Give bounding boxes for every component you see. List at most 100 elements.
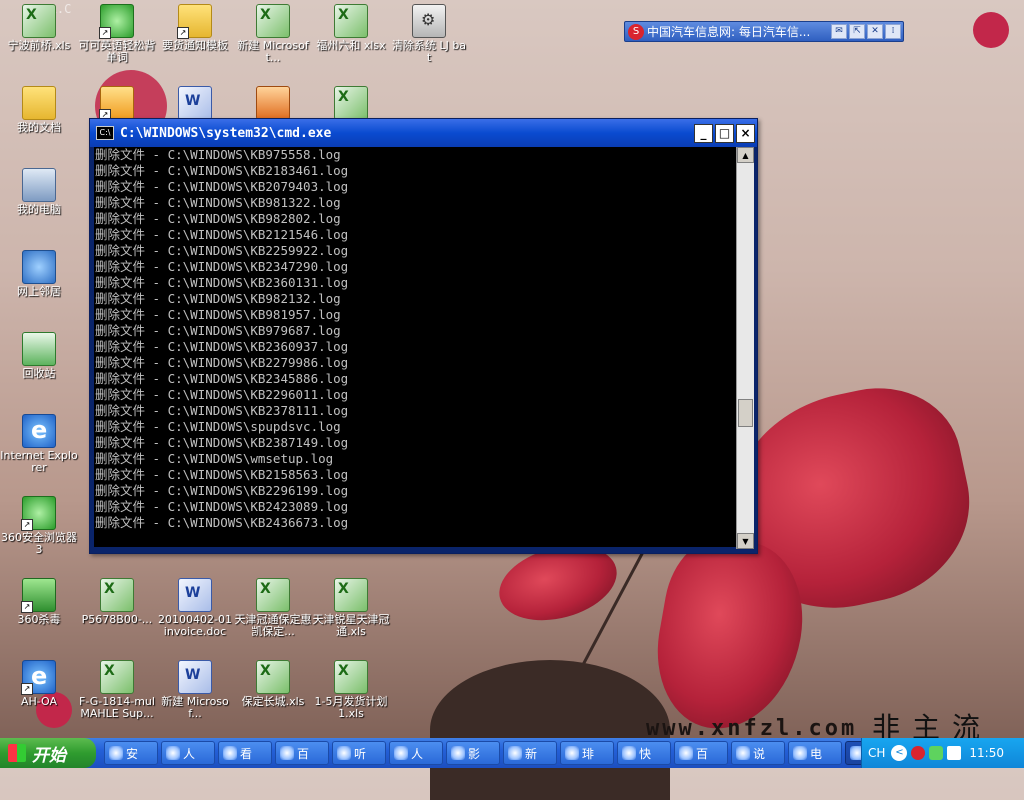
- menu-icon[interactable]: ⁞: [885, 24, 901, 39]
- task-app-icon: [679, 746, 693, 760]
- news-headline[interactable]: 中国汽车信息网: 每日汽车信...: [647, 23, 831, 40]
- taskbar-task-button[interactable]: 电: [788, 741, 842, 765]
- start-button[interactable]: 开始: [0, 738, 96, 768]
- taskbar-task-button[interactable]: 影: [446, 741, 500, 765]
- system-tray: CH < 11:50: [861, 738, 1024, 768]
- desktop-icon-network[interactable]: 网上邻居: [0, 250, 78, 298]
- icon-label: 清除系统 LJ bat: [391, 39, 467, 64]
- cmd-output-line: 删除文件 - C:\WINDOWS\KB2347290.log: [95, 259, 349, 274]
- icon-label: F-G-1814-mul MAHLE Sup...: [79, 695, 155, 720]
- sogou-icon[interactable]: S: [628, 23, 644, 40]
- cmd-output-line: 删除文件 - C:\WINDOWS\KB979687.log: [95, 323, 341, 338]
- desktop-icon-keke-english[interactable]: ↗ 可可英语轻松背单词: [78, 4, 156, 64]
- cmd-output-line: 删除文件 - C:\WINDOWS\KB2279986.log: [95, 355, 349, 370]
- cmd-window[interactable]: C:\ C:\WINDOWS\system32\cmd.exe _ □ × 删除…: [89, 118, 758, 554]
- task-app-icon: [223, 746, 237, 760]
- language-indicator[interactable]: CH: [868, 746, 885, 760]
- restore-icon[interactable]: ⇱: [849, 24, 865, 39]
- cmd-output-line: 删除文件 - C:\WINDOWS\KB2296011.log: [95, 387, 349, 402]
- desktop-icon-my-computer[interactable]: 我的电脑: [0, 168, 78, 216]
- mail-icon[interactable]: ✉: [831, 24, 847, 39]
- cmd-title-bar[interactable]: C:\ C:\WINDOWS\system32\cmd.exe _ □ ×: [90, 119, 757, 147]
- taskbar-task-button[interactable]: 听: [332, 741, 386, 765]
- desktop-icon-invoice-doc[interactable]: 20100402-01 invoice.doc: [156, 578, 234, 638]
- cmd-output[interactable]: 删除文件 - C:\WINDOWS\KB975558.log 删除文件 - C:\…: [94, 147, 738, 547]
- taskbar-task-button[interactable]: 安: [104, 741, 158, 765]
- cmd-output-line: 删除文件 - C:\WINDOWS\KB2079403.log: [95, 179, 349, 194]
- desktop-icon-360-browser[interactable]: ↗ 360安全浏览器 3: [0, 496, 78, 556]
- desktop-icon-tianjin-ruixing-xls[interactable]: 天津锐星天津冠通.xls: [312, 578, 390, 638]
- desktop-icon-new-excel[interactable]: 新建 Microsoft...: [234, 4, 312, 64]
- icon-label: 新建 Microsof...: [161, 695, 229, 720]
- taskbar-task-button[interactable]: 新: [503, 741, 557, 765]
- task-app-icon: [565, 746, 579, 760]
- desktop-icon-p5678-xls[interactable]: P5678B00-...: [78, 578, 156, 626]
- desktop-icon-new-word[interactable]: 新建 Microsof...: [156, 660, 234, 720]
- shortcut-arrow-icon: ↗: [99, 27, 111, 39]
- desktop-icon-shipping-plan-xls[interactable]: 1-5月发货计划1.xls: [312, 660, 390, 720]
- icon-label: Internet Explorer: [0, 449, 78, 474]
- task-app-icon: [166, 746, 180, 760]
- taskbar-task-button[interactable]: 看: [218, 741, 272, 765]
- task-label: 人: [183, 746, 196, 761]
- desktop-icon-tianjin-guantong-xls[interactable]: 天津冠通保定惠凯保定...: [234, 578, 312, 638]
- cmd-output-line: 删除文件 - C:\WINDOWS\KB975558.log: [95, 147, 341, 162]
- word-file-icon: [178, 660, 212, 694]
- shield-tray-icon[interactable]: [929, 746, 944, 760]
- scroll-up-button[interactable]: ▲: [737, 147, 754, 163]
- desktop-icon-clean-bat[interactable]: 清除系统 LJ bat: [390, 4, 468, 64]
- desktop-icon-image-row2[interactable]: [234, 86, 312, 120]
- desktop-icon-fuzhou-xlsx[interactable]: 福州六和 xlsx: [312, 4, 390, 52]
- desktop-icon-360-antivirus[interactable]: ↗ 360杀毒: [0, 578, 78, 626]
- task-label: 说: [753, 746, 766, 761]
- desktop-icon-delivery-template[interactable]: ↗ 要货通知模板: [156, 4, 234, 52]
- desktop-icon-my-documents[interactable]: 我的文档: [0, 86, 78, 134]
- taskbar-task-button[interactable]: 琲: [560, 741, 614, 765]
- maximize-button[interactable]: □: [715, 123, 734, 143]
- network-tray-icon[interactable]: [947, 746, 962, 760]
- tray-expand-button[interactable]: <: [891, 745, 908, 761]
- news-toolbar[interactable]: S 中国汽车信息网: 每日汽车信... ✉ ⇱ ✕ ⁞: [624, 21, 904, 42]
- desktop-icon-doc-row2[interactable]: [156, 86, 234, 120]
- task-list: 安人看百听人影新琲快百说电C...: [104, 741, 902, 765]
- desktop-icon-baoding-greatwall-xls[interactable]: 保定长城.xls: [234, 660, 312, 708]
- taskbar-task-button[interactable]: 人: [389, 741, 443, 765]
- close-icon[interactable]: ✕: [867, 24, 883, 39]
- taskbar-task-button[interactable]: 百: [674, 741, 728, 765]
- desktop-icon-app-orange[interactable]: ↗: [78, 86, 156, 121]
- vertical-scrollbar[interactable]: ▲ ▼: [736, 147, 754, 549]
- cmd-output-line: 删除文件 - C:\WINDOWS\KB2259922.log: [95, 243, 349, 258]
- taskbar-task-button[interactable]: 人: [161, 741, 215, 765]
- cmd-output-line: 删除文件 - C:\WINDOWS\KB982802.log: [95, 211, 341, 226]
- batch-file-icon: [412, 4, 446, 38]
- icon-label: 天津锐星天津冠通.xls: [312, 613, 390, 638]
- task-app-icon: [622, 746, 636, 760]
- app-shortcut-icon: ↗: [99, 4, 134, 39]
- taskbar-task-button[interactable]: 百: [275, 741, 329, 765]
- taskbar: 开始 安人看百听人影新琲快百说电C... CH < 11:50: [0, 738, 1024, 768]
- scroll-thumb[interactable]: [738, 398, 753, 427]
- desktop-icon-ah-oa[interactable]: ↗AH-OA: [0, 660, 78, 708]
- cmd-output-line: 删除文件 - C:\WINDOWS\KB2378111.log: [95, 403, 349, 418]
- task-app-icon: [793, 746, 807, 760]
- taskbar-task-button[interactable]: 说: [731, 741, 785, 765]
- desktop-icon-mahle-xls[interactable]: F-G-1814-mul MAHLE Sup...: [78, 660, 156, 720]
- antivirus-360-icon: ↗: [21, 578, 56, 613]
- shortcut-arrow-icon: ↗: [21, 519, 33, 531]
- icon-label: 福州六和 xlsx: [316, 39, 386, 52]
- excel-file-icon: [334, 578, 368, 612]
- icon-label: 20100402-01 invoice.doc: [158, 613, 232, 638]
- desktop-icon-ningbo-xls[interactable]: 宁波前桥.xls: [0, 4, 78, 52]
- minimize-button[interactable]: _: [694, 123, 713, 143]
- close-button[interactable]: ×: [736, 123, 755, 143]
- icon-label: 新建 Microsoft...: [237, 39, 309, 64]
- cmd-output-line: 删除文件 - C:\WINDOWS\KB2423089.log: [95, 499, 349, 514]
- shortcut-arrow-icon: ↗: [21, 683, 33, 695]
- scroll-down-button[interactable]: ▼: [737, 533, 754, 549]
- desktop-icon-internet-explorer[interactable]: Internet Explorer: [0, 414, 78, 474]
- desktop-icon-xls-row2[interactable]: [312, 86, 390, 120]
- sogou-tray-icon[interactable]: [911, 746, 926, 760]
- clock[interactable]: 11:50: [969, 746, 1004, 760]
- desktop-icon-recycle-bin[interactable]: 回收站: [0, 332, 78, 380]
- taskbar-task-button[interactable]: 快: [617, 741, 671, 765]
